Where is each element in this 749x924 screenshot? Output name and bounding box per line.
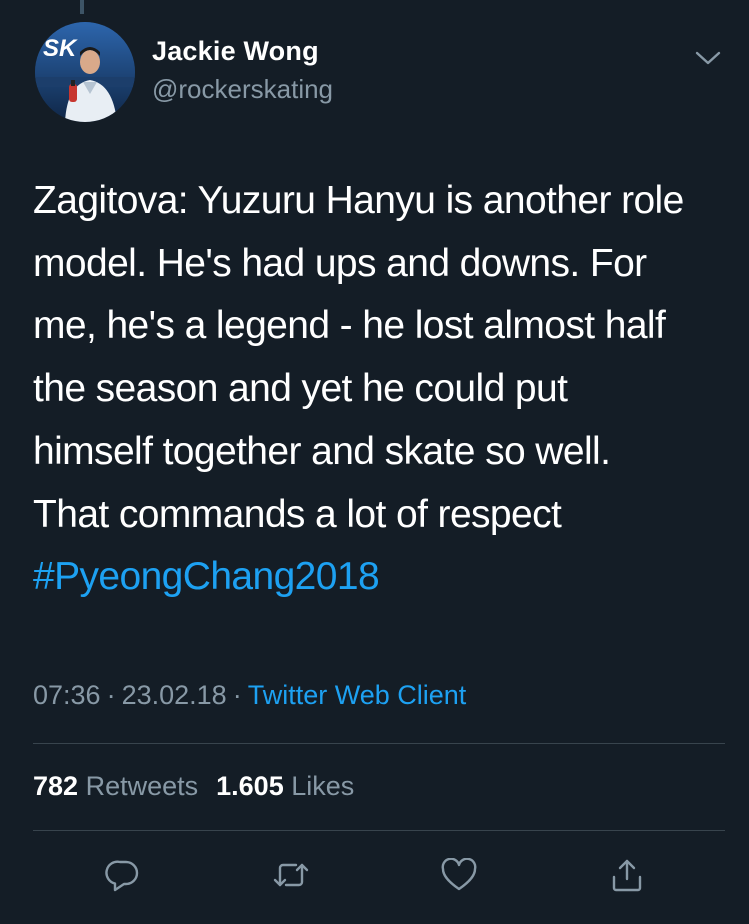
reply-icon[interactable] [103, 855, 143, 895]
share-icon[interactable] [607, 855, 647, 895]
tweet-date[interactable]: 23.02.18 [122, 680, 227, 710]
tweet-text: Zagitova: Yuzuru Hanyu is another role m… [33, 170, 733, 609]
avatar[interactable]: SK [35, 22, 135, 122]
meta-separator: · [232, 680, 242, 710]
tweet-stats: 782 Retweets 1.605 Likes [33, 771, 354, 802]
tweet-text-line: model. He's had ups and downs. For [33, 241, 647, 285]
meta-separator: · [106, 680, 116, 710]
chevron-down-icon[interactable] [692, 44, 724, 72]
tweet-text-line: the season and yet he could put [33, 367, 568, 411]
likes-count: 1.605 [216, 771, 284, 801]
divider [33, 830, 725, 831]
tweet-text-line: himself together and skate so well. [33, 429, 611, 473]
thread-connector-line [80, 0, 84, 14]
tweet-text-line: Zagitova: Yuzuru Hanyu is another role [33, 179, 684, 222]
divider [33, 743, 725, 744]
likes-count-link[interactable]: 1.605 Likes [216, 771, 354, 801]
retweet-icon[interactable] [271, 855, 311, 895]
retweets-count-link[interactable]: 782 Retweets [33, 771, 198, 801]
tweet-client-link[interactable]: Twitter Web Client [248, 680, 467, 710]
retweets-count: 782 [33, 771, 79, 801]
avatar-logo: SK [43, 35, 78, 62]
retweets-label: Retweets [85, 771, 199, 801]
tweet-meta: 07:36 · 23.02.18 · Twitter Web Client [33, 680, 466, 711]
hashtag-link[interactable]: #PyeongChang2018 [33, 546, 733, 609]
tweet-text-line: me, he's a legend - he lost almost half [33, 304, 666, 348]
tweet-time[interactable]: 07:36 [33, 680, 101, 710]
heart-icon[interactable] [439, 855, 479, 895]
author-name[interactable]: Jackie Wong [152, 36, 319, 67]
avatar-image: SK [35, 22, 135, 122]
likes-label: Likes [291, 771, 355, 801]
tweet-text-line: That commands a lot of respect [33, 492, 562, 536]
author-handle[interactable]: @rockerskating [152, 74, 333, 105]
